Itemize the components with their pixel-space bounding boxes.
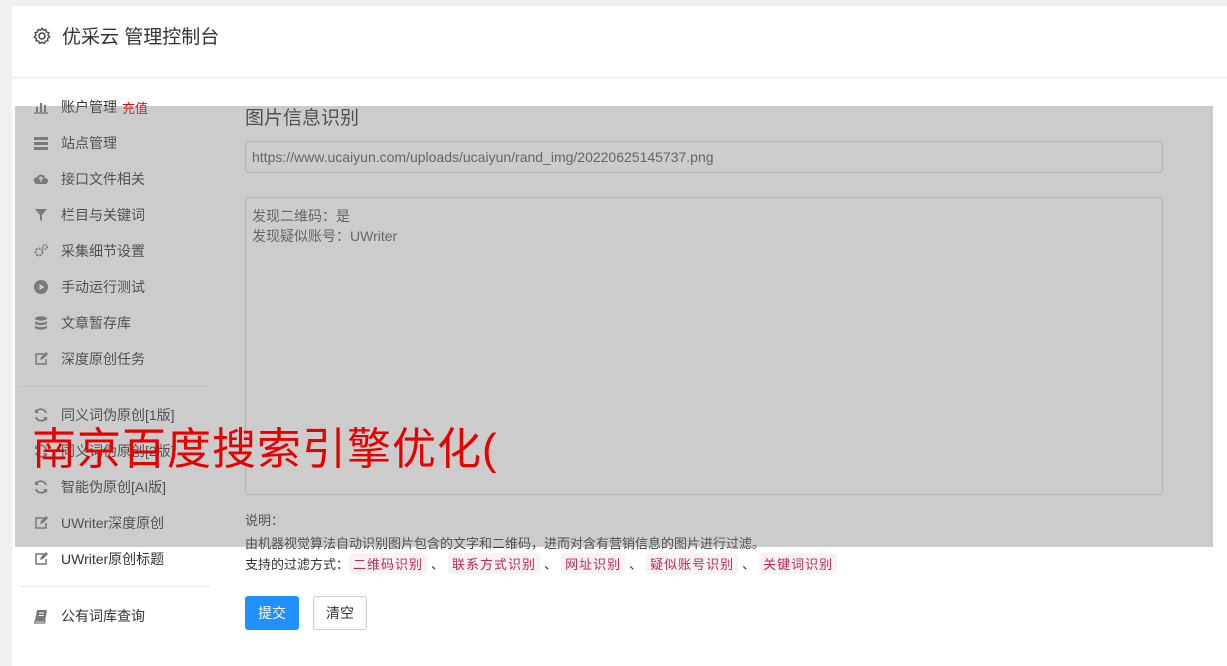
sidebar-item-label: 公有词库查询 bbox=[61, 608, 145, 624]
gear-icon bbox=[32, 26, 52, 46]
sidebar-item-uwriter-title[interactable]: UWriter原创标题 bbox=[20, 547, 164, 571]
filter-methods: 支持的过滤方式： 二维码识别 、 联系方式识别 、 网址识别 、 疑似账号识别 … bbox=[245, 553, 838, 574]
sidebar-item-public-dictionary[interactable]: 公有词库查询 bbox=[20, 604, 145, 628]
watermark-text: 南京百度搜索引擎优化( bbox=[32, 425, 498, 474]
tag-separator: 、 bbox=[742, 557, 756, 572]
modal-overlay bbox=[15, 106, 1213, 547]
page-header: 优采云 管理控制台 bbox=[12, 6, 1227, 78]
submit-button[interactable]: 提交 bbox=[245, 596, 299, 630]
page-title: 优采云 管理控制台 bbox=[62, 27, 220, 48]
filter-tag: 网址识别 bbox=[561, 553, 626, 574]
filter-tag: 关键词识别 bbox=[759, 553, 838, 574]
filter-tag: 二维码识别 bbox=[349, 553, 428, 574]
sidebar-divider bbox=[20, 586, 210, 587]
edit-icon bbox=[32, 550, 50, 568]
tag-separator: 、 bbox=[431, 557, 445, 572]
filter-label: 支持的过滤方式： bbox=[245, 557, 350, 572]
book-icon bbox=[32, 607, 50, 625]
tag-separator: 、 bbox=[544, 557, 558, 572]
filter-tag: 疑似账号识别 bbox=[646, 553, 739, 574]
sidebar-item-label: UWriter原创标题 bbox=[61, 551, 165, 567]
clear-button[interactable]: 清空 bbox=[313, 596, 367, 630]
tag-separator: 、 bbox=[629, 557, 643, 572]
filter-tag: 联系方式识别 bbox=[448, 553, 541, 574]
